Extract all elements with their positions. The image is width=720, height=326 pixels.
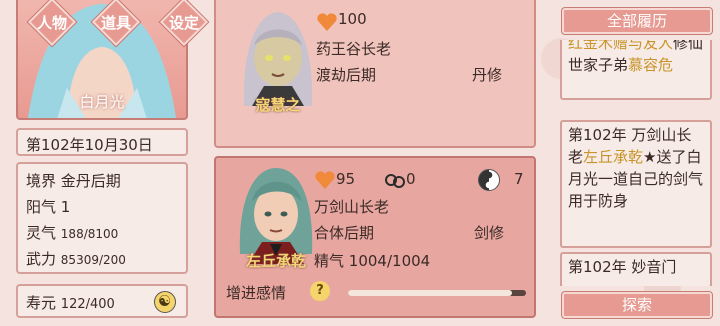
boost-affection-label: 增进感情 (226, 284, 287, 302)
stat-qi-value: 188/8100 (60, 227, 119, 241)
npc-essence-label: 精气 (314, 252, 345, 270)
npc-title-1: 药王谷长老 (316, 40, 392, 58)
affection-progress-bar[interactable] (348, 290, 526, 296)
npc-name-2: 左丘承乾 (245, 252, 306, 270)
npc-favor-1: 100 (338, 10, 367, 28)
npc-avatar-2 (239, 168, 313, 264)
date-panel: 第102年10月30日 (16, 128, 188, 156)
npc-realm-1: 渡劫后期 (316, 66, 377, 84)
stat-qi: 灵气 188/8100 (26, 222, 118, 243)
npc-name-1: 寇慧之 (255, 96, 301, 114)
stat-yang-label: 阳气 (26, 198, 57, 216)
npc-title-2: 万剑山长老 (314, 198, 390, 216)
settings-menu-button[interactable]: 设定 (159, 0, 209, 47)
shackles-icon (385, 174, 405, 188)
items-menu-button[interactable]: 道具 (91, 0, 141, 47)
character-menu-button[interactable]: 人物 (27, 0, 77, 47)
npc-favor-2: 95 (336, 170, 356, 188)
heart-icon (315, 171, 335, 189)
items-menu-label: 道具 (100, 14, 131, 32)
yin-yang-icon[interactable] (154, 291, 176, 313)
lifespan: 寿元 122/400 (26, 292, 115, 313)
npc-cultivation-2: 剑修 (474, 224, 505, 242)
current-date: 第102年10月30日 (26, 136, 153, 154)
player-name: 白月光 (79, 93, 125, 111)
history-title-button[interactable]: 全部履历 (562, 8, 712, 34)
history-entry-text: 第102年 妙音门 (568, 258, 677, 276)
character-menu-label: 人物 (36, 14, 67, 32)
history-entry-highlight: 慕容危 (628, 56, 674, 74)
history-entry-highlight: 红金木赠与友人 (568, 40, 674, 52)
stat-force-value: 85309/200 (60, 253, 126, 267)
npc-shackles-2: 0 (406, 170, 416, 188)
history-entry: 第102年 万剑山长老左丘承乾★送了白月光一道自己的剑气用于防身 (560, 120, 712, 248)
explore-button[interactable]: 探索 (562, 292, 712, 318)
stat-yang: 阳气 1 (26, 196, 70, 217)
yin-yang-symbol (478, 169, 500, 191)
npc-essence-value: 1004/1004 (348, 252, 431, 270)
lifespan-value: 122/400 (60, 297, 115, 312)
npc-avatar-1 (243, 12, 313, 106)
stat-force: 武力 85309/200 (26, 248, 126, 269)
stat-realm-label: 境界 (26, 172, 57, 190)
stat-realm-value: 金丹后期 (60, 172, 121, 190)
stat-yang-value: 1 (60, 198, 71, 216)
history-entry: 红金木赠与友人修仙世家子弟慕容危 (560, 40, 712, 100)
npc-essence-2: 精气 1004/1004 (314, 250, 430, 271)
history-entry-highlight: 左丘承乾 (583, 148, 644, 166)
history-list[interactable]: 红金木赠与友人修仙世家子弟慕容危 第102年 万剑山长老左丘承乾★送了白月光一道… (558, 40, 716, 286)
npc-card-2[interactable]: 左丘承乾 95 0 7 万剑山长老 合体后期 剑修 精气 1004/1004 增… (214, 156, 536, 318)
stats-panel: 境界 金丹后期 阳气 1 灵气 188/8100 武力 85309/200 (16, 162, 188, 274)
stat-force-label: 武力 (26, 250, 57, 268)
lifespan-label: 寿元 (26, 294, 57, 312)
npc-cultivation-1: 丹修 (472, 66, 503, 84)
help-icon[interactable]: ? (310, 281, 330, 301)
stat-qi-label: 灵气 (26, 224, 57, 242)
heart-icon (317, 13, 337, 32)
history-entry: 第102年 妙音门 (560, 252, 712, 286)
settings-menu-label: 设定 (168, 14, 199, 32)
npc-realm-2: 合体后期 (314, 224, 375, 242)
npc-card-1[interactable]: 寇慧之 100 药王谷长老 渡劫后期 丹修 (214, 0, 536, 148)
lifespan-panel: 寿元 122/400 (16, 284, 188, 318)
affection-progress-fill (348, 290, 512, 296)
stat-realm: 境界 金丹后期 (26, 170, 121, 191)
yin-yang-icon (478, 169, 500, 191)
npc-karma-2: 7 (514, 170, 524, 188)
